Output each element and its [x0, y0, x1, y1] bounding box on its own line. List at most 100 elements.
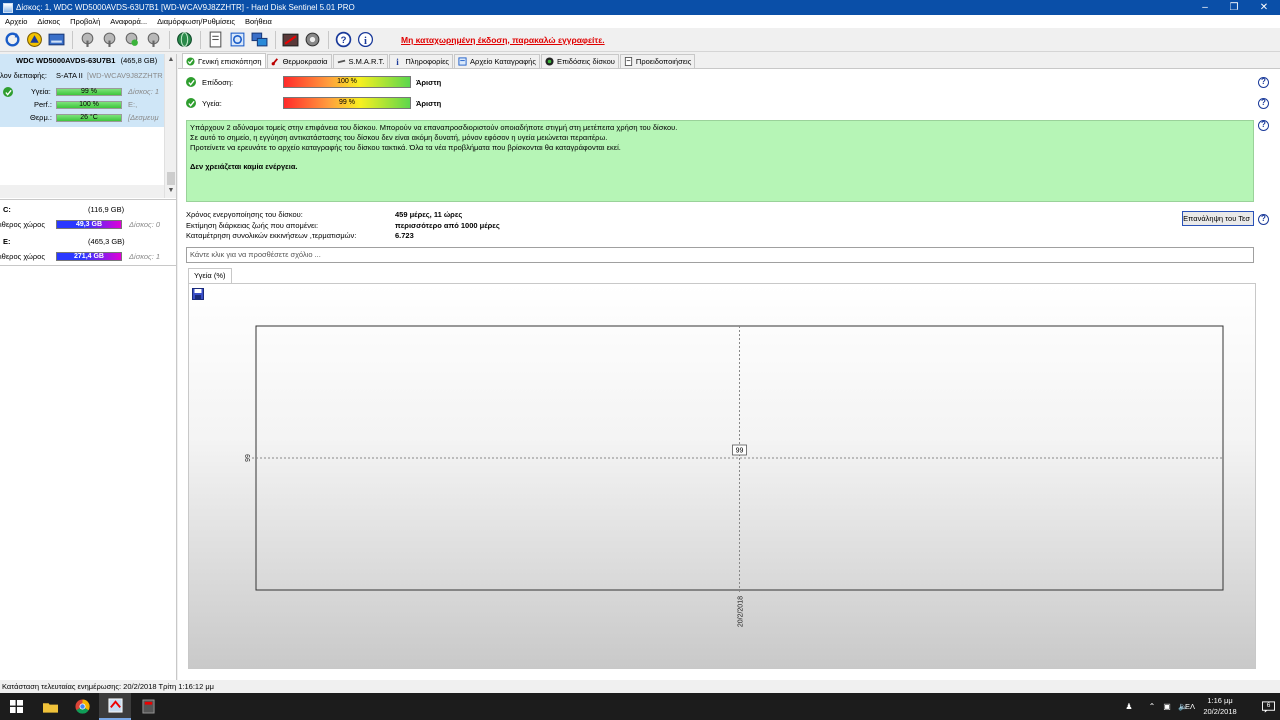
tab-temperature[interactable]: Θερμοκρασία: [266, 54, 332, 68]
refresh-button[interactable]: [2, 30, 22, 50]
start-button[interactable]: [0, 693, 32, 720]
performance-row: Επίδοση: 100 % Άριστη: [186, 75, 1280, 89]
tab-overview[interactable]: Γενική επισκόπηση: [182, 53, 266, 68]
comment-input[interactable]: Κάντε κλικ για να προσθέσετε σχόλιο ...: [186, 247, 1254, 263]
scan-button-2[interactable]: [99, 30, 119, 50]
message-line: Υπάρχουν 2 αδύναμοι τομείς στην επιφάνει…: [190, 123, 678, 132]
free-space-bar: 49,3 GB: [56, 220, 122, 229]
disk-list-hscrollbar[interactable]: [0, 185, 164, 198]
interface-label: λον διεπαφής:: [0, 71, 47, 80]
scroll-up-icon[interactable]: ▲: [165, 54, 176, 66]
menu-disk[interactable]: Δίσκος: [32, 17, 65, 26]
unregistered-link[interactable]: Μη καταχωρημένη έκδοση, παρακαλώ εγγραφε…: [401, 35, 605, 45]
taskbar-chrome[interactable]: [66, 693, 98, 720]
folder-icon: [42, 702, 58, 713]
health-chart: 99 20/2/2018 99: [245, 325, 1224, 627]
performance-bar: 100 %: [283, 76, 411, 88]
disk-drive-icon: [48, 33, 64, 46]
start-stop-row: Καταμέτρηση συνολικών εκκινήσεων ,τερματ…: [186, 231, 786, 242]
performance-value: 100 %: [337, 78, 357, 85]
repeat-test-button[interactable]: Επανάληψη του Τεσ: [1182, 211, 1254, 226]
tab-log[interactable]: Αρχείο Καταγραφής: [454, 54, 540, 68]
gauge-icon: [545, 57, 554, 66]
tab-label: Αρχείο Καταγραφής: [470, 57, 536, 66]
start-stop-label: Καταμέτρηση συνολικών εκκινήσεων ,τερματ…: [186, 231, 357, 240]
taskbar-explorer[interactable]: [34, 693, 66, 720]
people-icon[interactable]: ♟: [1120, 693, 1138, 720]
free-space-value: 271,4 GB: [74, 253, 104, 260]
close-button[interactable]: ✕: [1249, 0, 1279, 15]
repeat-test-help-icon[interactable]: ?: [1258, 214, 1269, 225]
menu-file[interactable]: Αρχείο: [0, 17, 32, 26]
scroll-thumb[interactable]: [167, 172, 175, 185]
performance-label: Επίδοση:: [202, 77, 234, 87]
disk-card[interactable]: WDC WD5000AVDS-63U7B1 (465,8 GB) λον διε…: [0, 54, 164, 127]
health-value: 99 %: [339, 99, 355, 106]
partition-c[interactable]: C: (116,9 GB) ιθερος χώρος 49,3 GB Δίσκο…: [0, 205, 176, 235]
alert-icon: [26, 32, 42, 47]
about-button[interactable]: i: [355, 30, 375, 50]
message-help-icon[interactable]: ?: [1258, 120, 1269, 131]
partition-disk: Δίσκος: 0: [129, 220, 161, 229]
chart-tab-health[interactable]: Υγεία (%): [188, 268, 232, 283]
taskbar-hdsentinel[interactable]: [99, 693, 131, 720]
tab-information[interactable]: i Πληροφορίες: [389, 54, 454, 68]
disk-list-panel: WDC WD5000AVDS-63U7B1 (465,8 GB) λον διε…: [0, 54, 177, 680]
disk-name: WDC WD5000AVDS-63U7B1: [16, 56, 116, 65]
serial-number: [WD-WCAV9J8ZZHTR: [87, 71, 163, 80]
health-help-icon[interactable]: ?: [1258, 98, 1269, 109]
scroll-down-icon[interactable]: ▼: [165, 185, 176, 197]
web-button[interactable]: [174, 30, 194, 50]
health-bar: 99 %: [56, 88, 122, 96]
scan-button-3[interactable]: [121, 30, 141, 50]
partition-disk: Δίσκος: 1: [129, 252, 161, 261]
tab-label: Προειδοποιήσεις: [635, 57, 692, 66]
menu-help[interactable]: Βοήθεια: [240, 17, 277, 26]
tools-button[interactable]: [280, 30, 300, 50]
interface-row: λον διεπαφής: S-ATA II [WD-WCAV9J8ZZHTR: [0, 71, 164, 82]
help-button[interactable]: ?: [333, 30, 353, 50]
free-space-bar: 271,4 GB: [56, 252, 122, 261]
tray-expand-icon[interactable]: ⌃: [1145, 693, 1159, 720]
minimize-button[interactable]: –: [1190, 0, 1220, 15]
maximize-button[interactable]: ❐: [1219, 0, 1249, 15]
report-button[interactable]: [205, 30, 225, 50]
check-icon: [186, 56, 195, 66]
globe-icon: [176, 32, 192, 47]
svg-text:i: i: [397, 57, 400, 66]
svg-text:?: ?: [340, 35, 346, 46]
performance-help-icon[interactable]: ?: [1258, 77, 1269, 88]
title-bar[interactable]: Δίσκος: 1, WDC WD5000AVDS-63U7B1 [WD-WCA…: [0, 0, 1280, 15]
tab-performance[interactable]: Επιδόσεις δίσκου: [540, 54, 619, 68]
svg-text:i: i: [364, 36, 367, 47]
scan-button-1[interactable]: [77, 30, 97, 50]
toolbox-icon: [282, 33, 298, 47]
taskbar-app[interactable]: [132, 693, 164, 720]
menu-view[interactable]: Προβολή: [65, 17, 105, 26]
message-line: Σε αυτό το σημείο, η εγγύηση αντικατάστα…: [190, 132, 608, 142]
alert-button[interactable]: [24, 30, 44, 50]
network-button[interactable]: [249, 30, 269, 50]
tab-smart[interactable]: S.M.A.R.T.: [332, 54, 389, 68]
satellite-icon: [103, 32, 115, 47]
lifetime-value: περισσότερο από 1000 μέρες: [395, 220, 500, 230]
partition-size: (116,9 GB): [88, 205, 125, 214]
tab-alerts[interactable]: Προειδοποιήσεις: [619, 54, 696, 68]
menu-report[interactable]: Αναφορά...: [105, 17, 152, 26]
toolbar: ? i Μη καταχωρημένη έκδοση, παρακαλώ εγγ…: [0, 28, 1280, 52]
taskbar-clock[interactable]: 1:16 μμ 20/2/2018: [1196, 695, 1244, 717]
power-on-row: Χρόνος ενεργοποίησης του δίσκου: 459 μέρ…: [186, 210, 786, 221]
lifetime-label: Εκτίμηση διάρκειας ζωής που απομένει:: [186, 220, 319, 230]
scan-button-4[interactable]: [143, 30, 163, 50]
health-label: Υγεία:: [202, 98, 222, 108]
notifications-icon[interactable]: 6: [1254, 693, 1278, 720]
sync-button[interactable]: [227, 30, 247, 50]
x-tick-label: 20/2/2018: [738, 596, 745, 627]
disk-button[interactable]: [46, 30, 66, 50]
menu-configuration[interactable]: Διαμόρφωση/Ρυθμίσεις: [152, 17, 240, 26]
perf-row: Perf.: 100 % E:,: [0, 100, 164, 111]
lifetime-row: Εκτίμηση διάρκειας ζωής που απομένει: πε…: [186, 221, 786, 232]
disk-list-scrollbar[interactable]: ▲ ▼: [164, 54, 176, 198]
settings-button[interactable]: [302, 30, 322, 50]
partition-e[interactable]: E: (465,3 GB) ιθερος χώρος 271,4 GB Δίσκ…: [0, 237, 176, 267]
